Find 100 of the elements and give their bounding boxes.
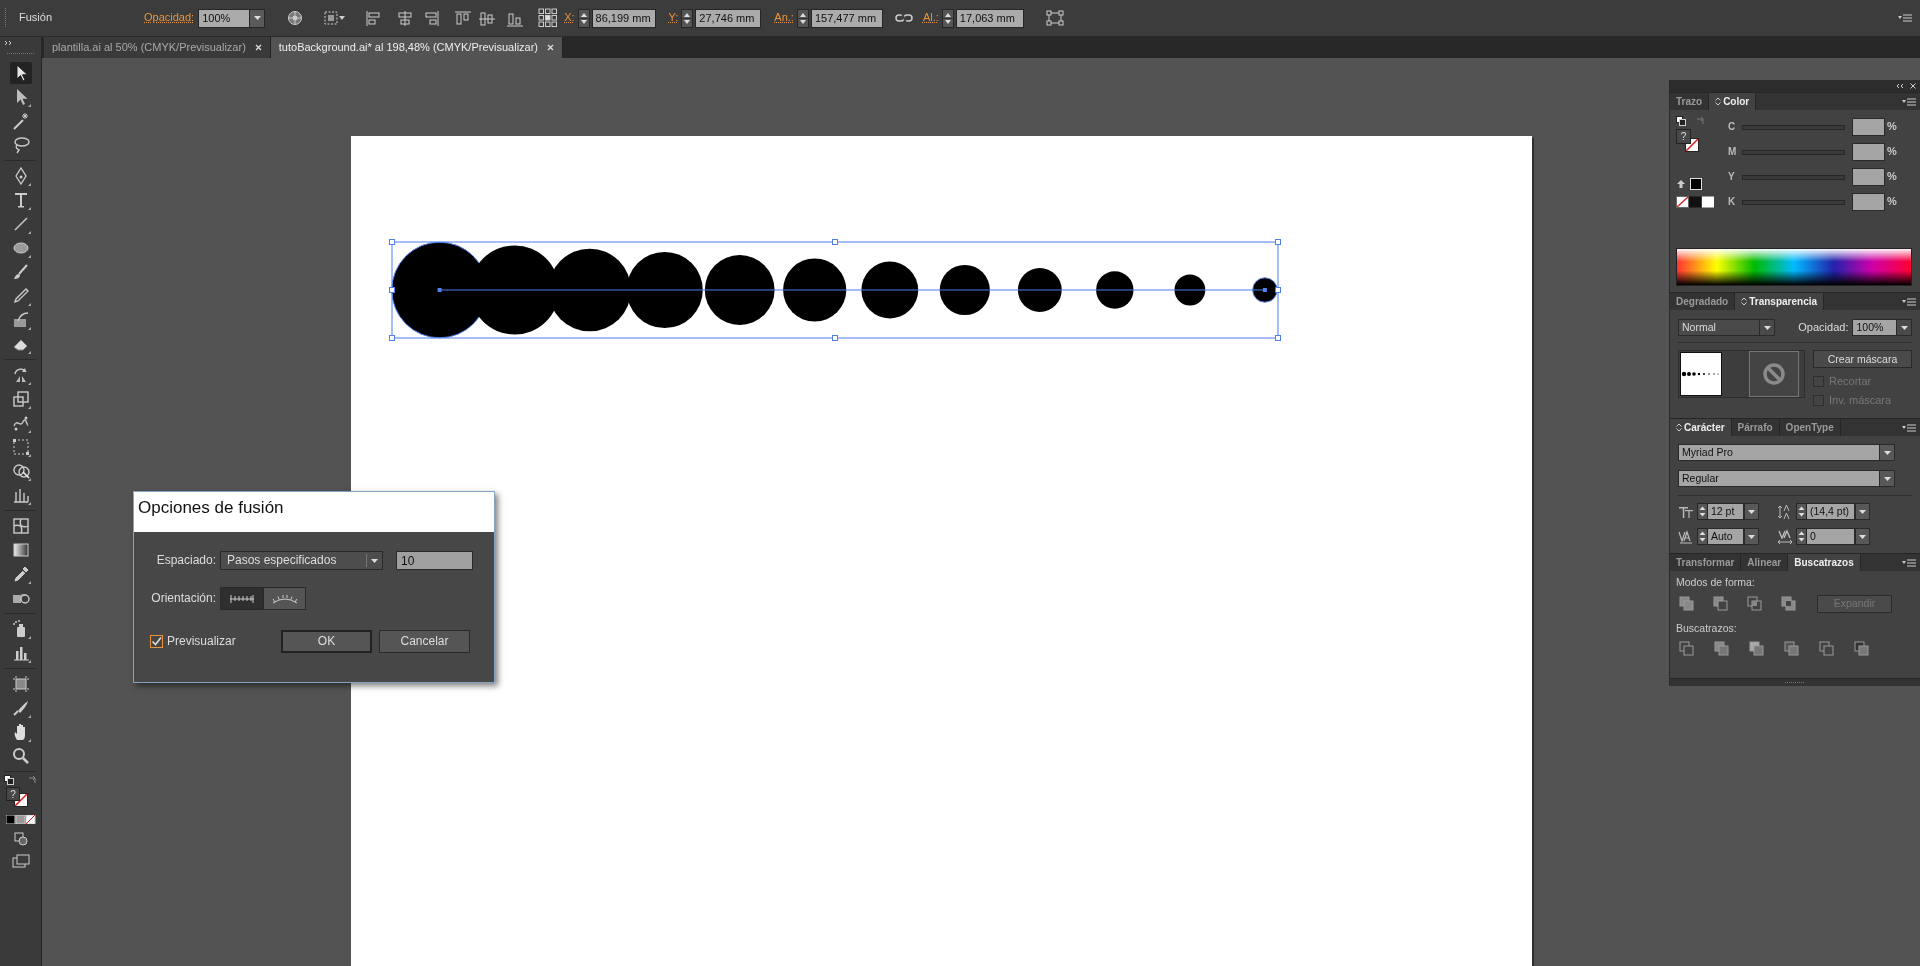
up-down-icon[interactable]: [1741, 297, 1748, 306]
value-field[interactable]: 0: [1807, 528, 1855, 545]
spin-button[interactable]: [681, 8, 694, 28]
spin-button[interactable]: [1796, 528, 1807, 545]
orientation-button[interactable]: [263, 587, 306, 610]
spin-button[interactable]: [1796, 503, 1807, 520]
shape-mode-icon[interactable]: [1713, 596, 1728, 612]
font-family-dropdown[interactable]: Myriad Pro: [1678, 444, 1895, 461]
width-label[interactable]: An.:: [774, 11, 794, 25]
spin-button[interactable]: [1697, 528, 1708, 545]
collapse-icon[interactable]: [1895, 83, 1904, 89]
reference-point-icon[interactable]: [538, 8, 559, 28]
spin-button[interactable]: [1697, 503, 1708, 520]
close-icon[interactable]: [547, 44, 555, 51]
panel-tab[interactable]: OpenType: [1779, 419, 1841, 436]
x-label[interactable]: X:: [564, 11, 575, 25]
panel-tab[interactable]: Transformar: [1670, 554, 1742, 571]
fill-stroke-icon[interactable]: [4, 775, 14, 785]
fill-swatch[interactable]: ?: [1676, 129, 1691, 144]
color-mode-icon[interactable]: [5, 815, 36, 824]
shape-mode-icon[interactable]: [1747, 596, 1762, 612]
quick-swatches[interactable]: [1676, 196, 1715, 208]
y-label[interactable]: Y:: [668, 11, 679, 25]
draw-mode-icon[interactable]: [13, 832, 28, 846]
channel-track[interactable]: [1742, 199, 1845, 205]
document-tab[interactable]: tutoBackground.ai* al 198,48% (CMYK/Previsualizar): [270, 37, 564, 58]
drag-handle[interactable]: [4, 7, 7, 29]
document-tab[interactable]: plantilla.ai al 50% (CMYK/Previsualizar): [44, 37, 271, 58]
dropdown-button[interactable]: [1744, 503, 1759, 520]
value-field[interactable]: 12 pt: [1708, 503, 1744, 520]
align-center-icon[interactable]: [396, 9, 415, 27]
resize-grip[interactable]: [1785, 681, 1805, 684]
panel-tab[interactable]: Párrafo: [1731, 419, 1780, 436]
panel-menu-icon[interactable]: [1902, 297, 1916, 307]
opacity-field[interactable]: 100%: [1852, 319, 1898, 336]
pathfinder-icon[interactable]: [1749, 641, 1764, 657]
dropdown-button[interactable]: [1855, 528, 1870, 545]
up-down-icon[interactable]: [1715, 97, 1722, 106]
shape-mode-icon[interactable]: [1679, 596, 1694, 612]
x-field[interactable]: 86,199 mm: [591, 8, 656, 28]
channel-value-field[interactable]: [1852, 168, 1885, 186]
channel-value-field[interactable]: [1852, 143, 1885, 161]
orientation-button[interactable]: [220, 587, 263, 610]
channel-track[interactable]: [1742, 149, 1845, 155]
cancel-button[interactable]: Cancelar: [379, 630, 470, 653]
panel-menu-icon[interactable]: [1902, 97, 1916, 107]
value-field[interactable]: Auto: [1708, 528, 1744, 545]
align-top-icon[interactable]: [454, 9, 473, 27]
steps-field[interactable]: 10: [396, 551, 473, 570]
close-icon[interactable]: [254, 44, 262, 51]
panel-menu-icon[interactable]: [1902, 558, 1916, 568]
link-icon[interactable]: [894, 11, 913, 25]
fill-stroke-icon[interactable]: [1676, 116, 1686, 126]
channel-value-field[interactable]: [1852, 193, 1885, 211]
checkbox[interactable]: [150, 635, 163, 648]
close-icon[interactable]: [1910, 83, 1916, 89]
color-wheel-icon[interactable]: [287, 10, 304, 26]
spin-button[interactable]: [941, 8, 954, 28]
artwork-thumbnail[interactable]: [1680, 352, 1722, 396]
blend-mode-dropdown[interactable]: Normal: [1678, 319, 1776, 336]
spacing-dropdown[interactable]: Pasos especificados: [220, 551, 383, 570]
pathfinder-icon[interactable]: [1819, 641, 1834, 657]
fill-swatch[interactable]: ?: [6, 787, 20, 801]
panel-menu-icon[interactable]: [1898, 13, 1912, 23]
current-color-swatch[interactable]: [1690, 178, 1702, 190]
ok-button[interactable]: OK: [281, 630, 372, 653]
pathfinder-icon[interactable]: [1784, 641, 1799, 657]
height-field[interactable]: 17,063 mm: [955, 8, 1024, 28]
width-field[interactable]: 157,477 mm: [810, 8, 883, 28]
create-mask-button[interactable]: Crear máscara: [1813, 350, 1912, 368]
align-middle-icon[interactable]: [478, 9, 497, 27]
panel-tab[interactable]: Carácter: [1670, 419, 1732, 436]
panel-tab[interactable]: Color: [1709, 93, 1757, 110]
dropdown-button[interactable]: [1855, 503, 1870, 520]
channel-track[interactable]: [1742, 124, 1845, 130]
panel-tab[interactable]: Buscatrazos: [1788, 554, 1861, 571]
y-field[interactable]: 27,746 mm: [695, 8, 762, 28]
panel-menu-icon[interactable]: [1902, 423, 1916, 433]
pathfinder-icon[interactable]: [1679, 641, 1694, 657]
value-field[interactable]: (14,4 pt): [1807, 503, 1855, 520]
dropdown-button[interactable]: [1897, 319, 1912, 336]
transform-icon[interactable]: [1045, 10, 1064, 26]
drag-handle[interactable]: [5, 52, 36, 55]
pathfinder-icon[interactable]: [1714, 641, 1729, 657]
up-down-icon[interactable]: [1676, 423, 1682, 432]
spin-button[interactable]: [796, 8, 809, 28]
arrow-pointer-icon[interactable]: [9, 62, 32, 84]
dropdown-button[interactable]: [1744, 528, 1759, 545]
collapse-icon[interactable]: [4, 40, 13, 46]
panel-tab[interactable]: Transparencia: [1735, 293, 1825, 310]
channel-track[interactable]: [1742, 174, 1845, 180]
swap-icon[interactable]: [28, 775, 37, 784]
spin-button[interactable]: [577, 8, 590, 28]
opacity-field[interactable]: 100%: [198, 8, 251, 28]
screen-mode-icon[interactable]: [11, 854, 30, 868]
selection-align-icon[interactable]: [323, 10, 348, 26]
opacity-label[interactable]: Opacidad:: [144, 11, 195, 25]
dropdown-button[interactable]: [250, 8, 266, 28]
channel-value-field[interactable]: [1852, 118, 1885, 136]
height-label[interactable]: Al.:: [922, 11, 939, 25]
